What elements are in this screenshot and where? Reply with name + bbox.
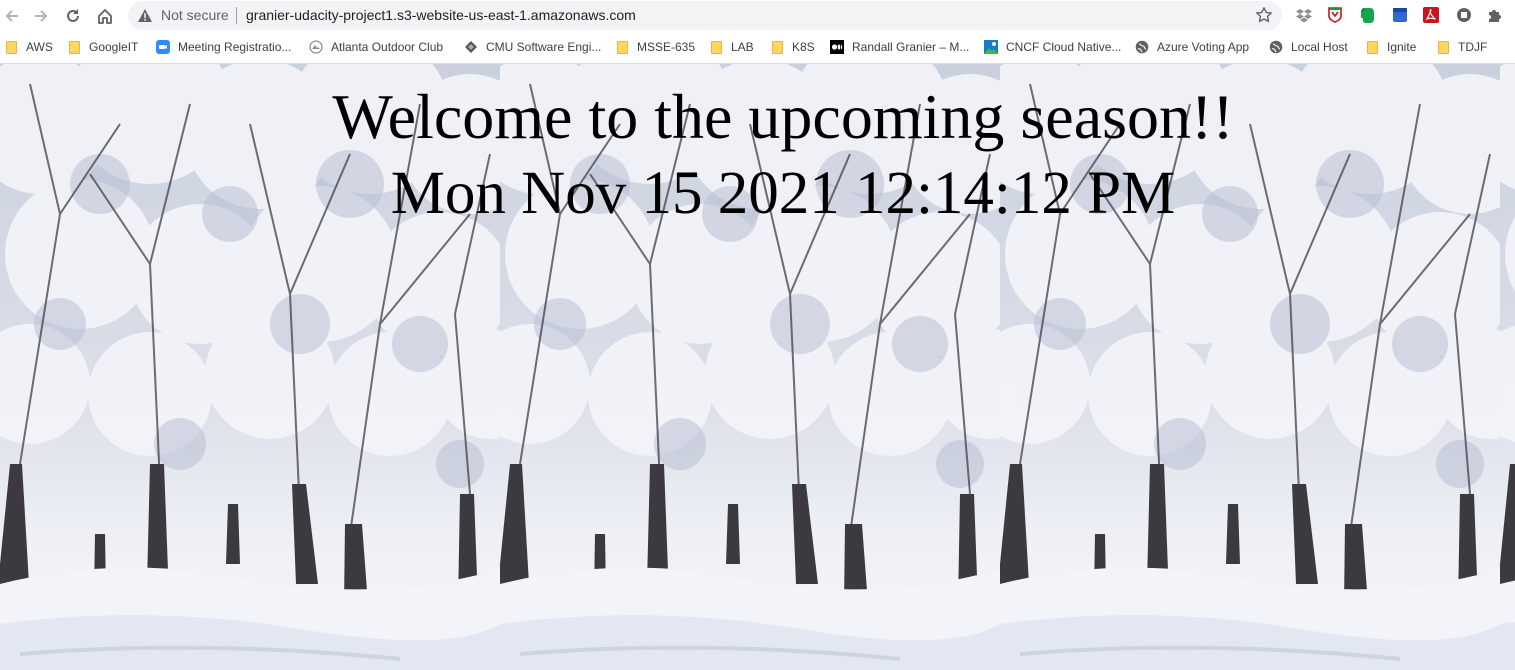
welcome-heading: Welcome to the upcoming season!! [332,81,1234,152]
omnibox-divider [236,7,237,24]
page-body: Welcome to the upcoming season!! Mon Nov… [0,64,1515,670]
cncf-icon [984,40,998,54]
calendar-icon [1393,8,1407,22]
bookmark-label: CNCF Cloud Native... [1006,40,1122,54]
bookmark-aws[interactable]: AWS [4,38,53,56]
folder-icon [709,40,723,54]
bookmark-label: CMU Software Engi... [486,40,602,54]
bookmark-label: Meeting Registratio... [178,40,292,54]
bookmark-lab[interactable]: LAB [709,38,754,56]
tab-extension[interactable] [1455,6,1473,24]
background-image [1000,64,1500,670]
back-icon [5,10,18,22]
bookmark-azure-voting-app[interactable]: Azure Voting App [1135,38,1249,56]
club-logo-icon [309,40,323,54]
bookmark-label: Atlanta Outdoor Club [331,40,444,54]
evernote-extension[interactable] [1359,6,1377,24]
folder-icon [4,40,18,54]
calendar-extension[interactable] [1391,6,1409,24]
adobe-pdf-extension[interactable] [1422,6,1440,24]
puzzle-icon [1489,10,1501,22]
folder-icon [770,40,784,54]
folder-icon [67,40,81,54]
bookmark-label: LAB [731,40,754,54]
adobe-pdf-icon [1423,7,1439,23]
medium-icon [830,40,844,54]
reload-icon [67,9,79,22]
bookmark-label: Local Host [1291,40,1348,54]
url-text[interactable]: granier-udacity-project1.s3-website-us-e… [246,7,636,23]
folder-icon [1436,40,1450,54]
zoom-icon [156,40,170,54]
bookmark-label: Azure Voting App [1157,40,1250,54]
bookmark-label: TDJF [1458,40,1488,54]
home-button[interactable] [93,4,117,28]
bookmark-ignite[interactable]: Ignite [1365,38,1416,56]
browser-toolbar: Not secure granier-udacity-project1.s3-w… [0,0,1515,32]
bookmark-k8s[interactable]: K8S [770,38,815,56]
bookmark-label: Randall Granier – M... [852,40,970,54]
bookmark-cncf[interactable]: CNCF Cloud Native... [984,38,1121,56]
folder-icon [1365,40,1379,54]
bookmark-msse-635[interactable]: MSSE-635 [615,38,695,56]
tab-extension-icon [1457,8,1471,22]
evernote-icon [1361,8,1374,23]
bookmarks-bar: AWS GoogleIT Meeting Registratio... Atla… [0,32,1515,64]
dropbox-icon [1296,9,1312,23]
forward-icon [35,10,48,22]
home-icon [98,9,112,24]
current-datetime: Mon Nov 15 2021 12:14:12 PM [390,160,1176,227]
bookmark-googleit[interactable]: GoogleIT [67,38,138,56]
background-image [1500,64,1515,670]
bookmark-label: GoogleIT [89,40,139,54]
address-bar[interactable]: Not secure granier-udacity-project1.s3-w… [128,1,1282,30]
bookmark-label: Ignite [1387,40,1417,54]
bookmark-randall-granier[interactable]: Randall Granier – M... [830,38,969,56]
extensions-menu-button[interactable] [1486,6,1504,24]
background-image [500,64,1000,670]
folder-icon [615,40,629,54]
bookmark-meeting-registration[interactable]: Meeting Registratio... [156,38,291,56]
security-status-label[interactable]: Not secure [161,7,229,23]
bookmark-atlanta-outdoor-club[interactable]: Atlanta Outdoor Club [309,38,443,56]
bookmark-cmu[interactable]: CMU Software Engi... [464,38,601,56]
bookmark-local-host[interactable]: Local Host [1269,38,1348,56]
globe-icon [1135,40,1149,54]
globe-icon [1269,40,1283,54]
bookmark-label: K8S [792,40,815,54]
mcafee-extension[interactable] [1326,6,1344,24]
cmu-icon [464,40,478,54]
back-button[interactable] [0,4,24,28]
star-icon[interactable] [1255,6,1273,24]
dropbox-extension[interactable] [1295,6,1313,24]
reload-button[interactable] [61,4,85,28]
bookmark-label: MSSE-635 [637,40,696,54]
forward-button[interactable] [29,4,53,28]
mcafee-icon [1328,7,1342,23]
bookmark-tdjf[interactable]: TDJF [1436,38,1487,56]
warning-icon[interactable] [137,8,153,23]
background-image [0,64,500,670]
bookmark-label: AWS [26,40,53,54]
